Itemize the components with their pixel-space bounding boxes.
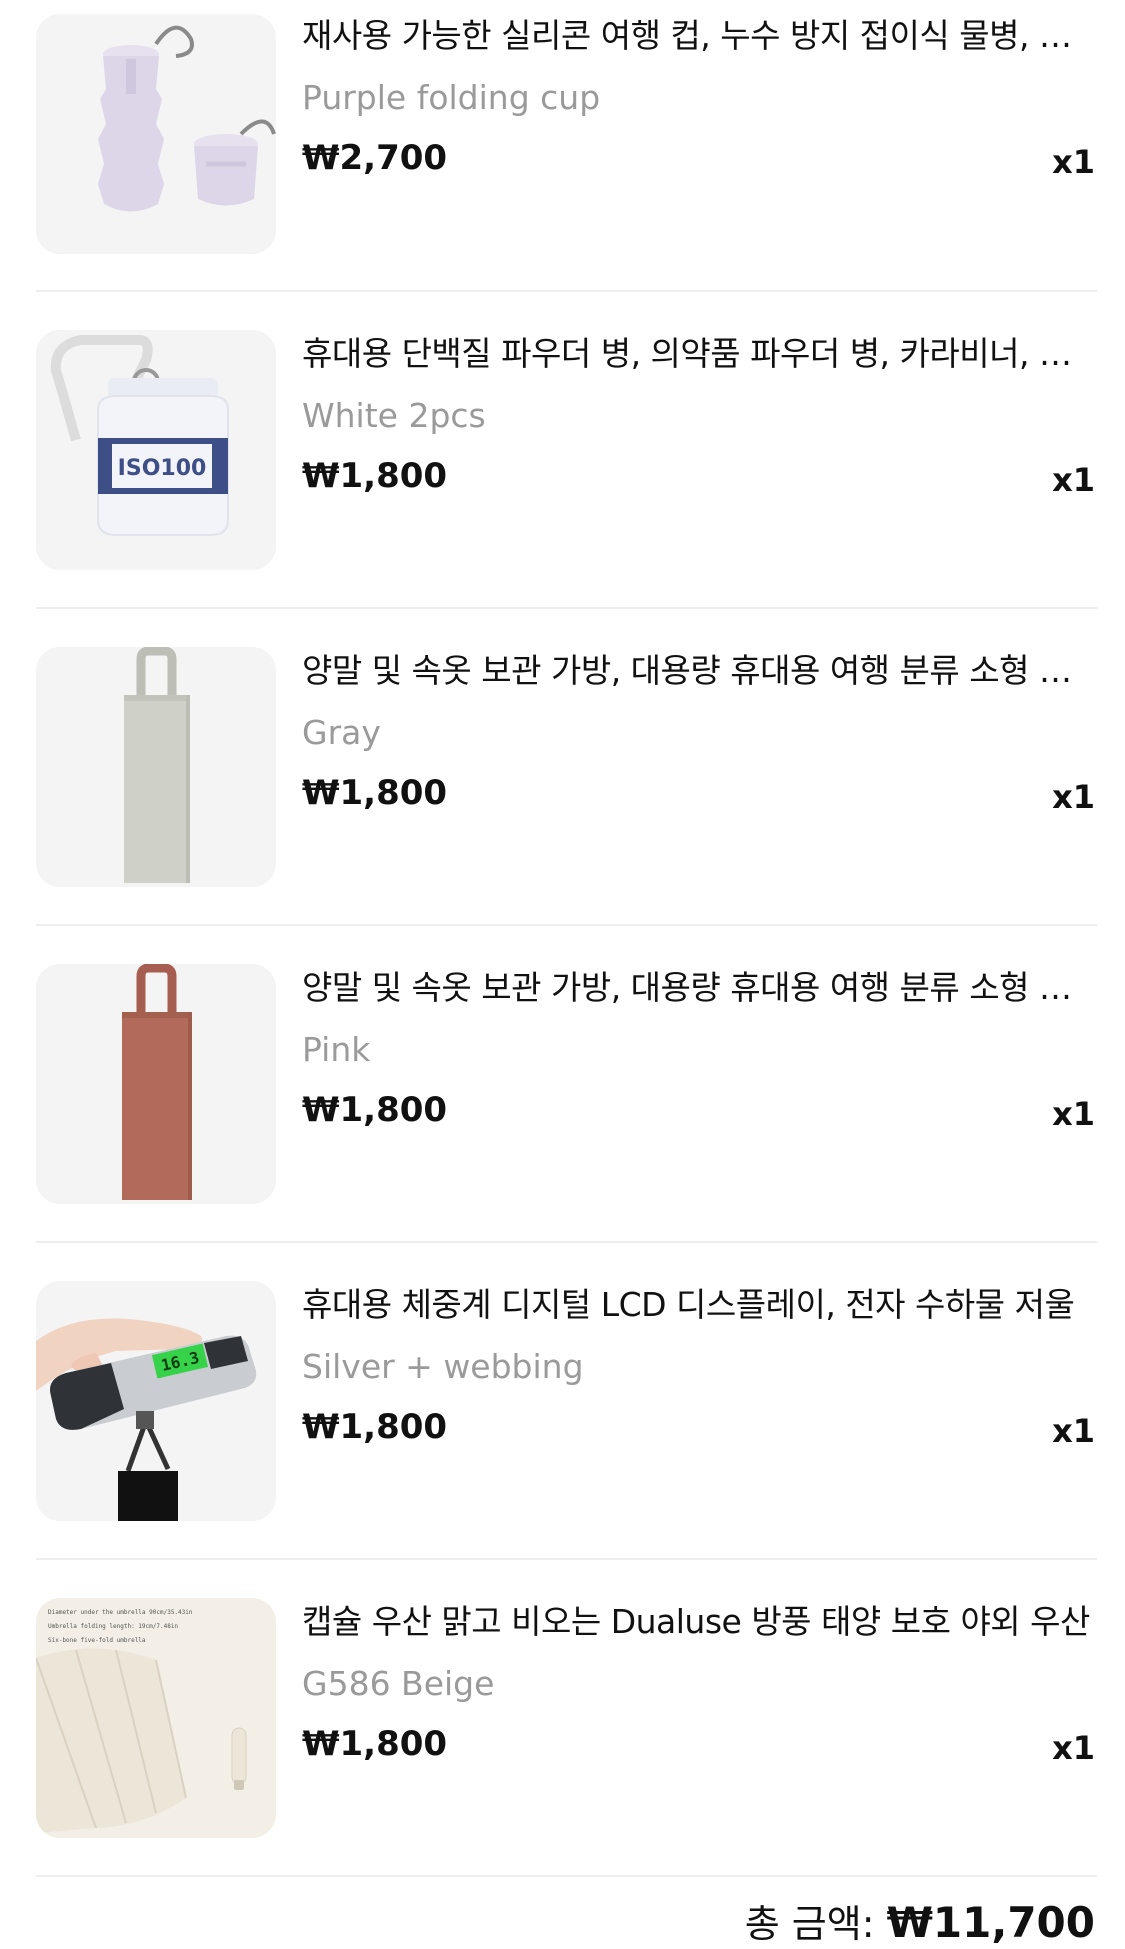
price-line: ₩1,800 x1	[302, 1405, 1097, 1450]
order-item[interactable]: Diameter under the umbrella 90cm/35.43in…	[36, 1560, 1097, 1877]
item-quantity: x1	[1052, 1412, 1095, 1450]
item-price: ₩1,800	[302, 773, 448, 813]
order-item[interactable]: 16.3 휴대용 체중계 디지털 LCD 디스플레이, 전자 수하물 저울 Si…	[36, 1243, 1097, 1560]
umbrella-spec-line: Six-bone five-fold umbrella	[48, 1637, 146, 1644]
item-price: ₩1,800	[302, 1724, 448, 1764]
order-item-list: 재사용 가능한 실리콘 여행 컵, 누수 방지 접이식 물병, 휴대용 Purp…	[36, 0, 1097, 1877]
item-variant: White 2pcs	[302, 396, 486, 435]
item-quantity: x1	[1052, 143, 1095, 181]
item-info: 캡슐 우산 맑고 비오는 Dualuse 방풍 태양 보호 야외 우산 G586…	[302, 1600, 1097, 1767]
item-info: 휴대용 단백질 파우더 병, 의약품 파우더 병, 카라비너, 야외 White…	[302, 332, 1097, 499]
item-info: 재사용 가능한 실리콘 여행 컵, 누수 방지 접이식 물병, 휴대용 Purp…	[302, 14, 1097, 181]
price-line: ₩1,800 x1	[302, 1722, 1097, 1767]
item-title[interactable]: 양말 및 속옷 보관 가방, 대용량 휴대용 여행 분류 소형 주머니	[302, 649, 1097, 693]
item-variant: Pink	[302, 1030, 371, 1069]
capsule-umbrella-image: Diameter under the umbrella 90cm/35.43in…	[36, 1598, 276, 1838]
item-price: ₩1,800	[302, 1090, 448, 1130]
storage-bag-image	[36, 647, 276, 887]
item-quantity: x1	[1052, 778, 1095, 816]
item-info: 양말 및 속옷 보관 가방, 대용량 휴대용 여행 분류 소형 주머니 Gray…	[302, 649, 1097, 816]
price-line: ₩1,800 x1	[302, 454, 1097, 499]
item-price: ₩2,700	[302, 138, 448, 178]
item-price: ₩1,800	[302, 456, 448, 496]
powder-bottle-image: ISO100	[36, 330, 276, 570]
item-variant: Purple folding cup	[302, 78, 601, 117]
item-title[interactable]: 휴대용 체중계 디지털 LCD 디스플레이, 전자 수하물 저울	[302, 1283, 1097, 1327]
umbrella-spec-line: Umbrella folding length: 19cm/7.48in	[48, 1623, 178, 1630]
folding-cup-image	[36, 14, 276, 254]
bottle-label-text: ISO100	[118, 456, 207, 481]
item-variant: Silver + webbing	[302, 1347, 584, 1386]
price-line: ₩1,800 x1	[302, 771, 1097, 816]
total-amount: ₩11,700	[886, 1898, 1095, 1947]
item-variant: G586 Beige	[302, 1664, 495, 1703]
order-item[interactable]: 양말 및 속옷 보관 가방, 대용량 휴대용 여행 분류 소형 주머니 Gray…	[36, 609, 1097, 926]
price-line: ₩1,800 x1	[302, 1088, 1097, 1133]
item-title[interactable]: 양말 및 속옷 보관 가방, 대용량 휴대용 여행 분류 소형 주머니	[302, 966, 1097, 1010]
item-price: ₩1,800	[302, 1407, 448, 1447]
item-info: 휴대용 체중계 디지털 LCD 디스플레이, 전자 수하물 저울 Silver …	[302, 1283, 1097, 1450]
order-item[interactable]: 양말 및 속옷 보관 가방, 대용량 휴대용 여행 분류 소형 주머니 Pink…	[36, 926, 1097, 1243]
item-title[interactable]: 캡슐 우산 맑고 비오는 Dualuse 방풍 태양 보호 야외 우산	[302, 1600, 1097, 1644]
storage-bag-image	[36, 964, 276, 1204]
luggage-scale-image: 16.3	[36, 1281, 276, 1521]
price-line: ₩2,700 x1	[302, 136, 1097, 181]
order-item[interactable]: ISO100 휴대용 단백질 파우더 병, 의약품 파우더 병, 카라비너, 야…	[36, 292, 1097, 609]
item-quantity: x1	[1052, 461, 1095, 499]
item-variant: Gray	[302, 713, 381, 752]
umbrella-spec-line: Diameter under the umbrella 90cm/35.43in	[48, 1609, 193, 1616]
order-item[interactable]: 재사용 가능한 실리콘 여행 컵, 누수 방지 접이식 물병, 휴대용 Purp…	[36, 0, 1097, 292]
item-title[interactable]: 재사용 가능한 실리콘 여행 컵, 누수 방지 접이식 물병, 휴대용	[302, 14, 1097, 58]
item-quantity: x1	[1052, 1095, 1095, 1133]
total-label: 총 금액:	[744, 1902, 875, 1946]
item-quantity: x1	[1052, 1729, 1095, 1767]
item-title[interactable]: 휴대용 단백질 파우더 병, 의약품 파우더 병, 카라비너, 야외	[302, 332, 1097, 376]
item-info: 양말 및 속옷 보관 가방, 대용량 휴대용 여행 분류 소형 주머니 Pink…	[302, 966, 1097, 1133]
order-total: 총 금액: ₩11,700	[745, 1898, 1095, 1949]
